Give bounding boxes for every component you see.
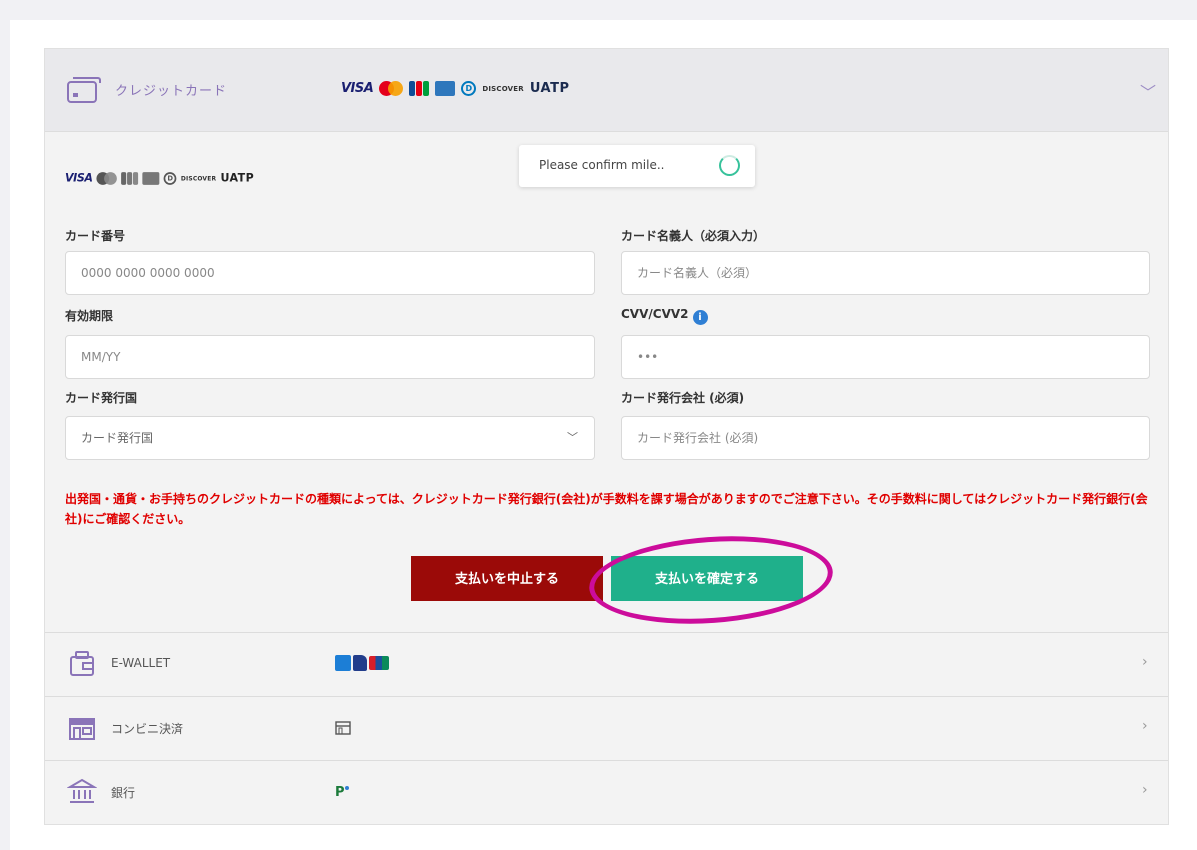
unionpay-logo [369, 656, 389, 670]
top-bar [0, 0, 1197, 20]
card-number-label: カード番号 [65, 229, 126, 243]
method-row-ewallet[interactable]: E-WALLET › [45, 632, 1168, 696]
toast-message: Please confirm mile.. [539, 158, 665, 172]
method-label-ewallet: E-WALLET [111, 656, 171, 670]
discover-logo: DISCOVER [180, 175, 217, 182]
issuing-country-selected: カード発行国 [81, 431, 154, 445]
expiry-label: 有効期限 [65, 309, 114, 323]
cancel-payment-button[interactable]: 支払いを中止する [411, 556, 603, 601]
method-label-convenience-store: コンビニ決済 [111, 722, 184, 736]
confirm-payment-button[interactable]: 支払いを確定する [611, 556, 803, 601]
method-row-bank[interactable]: 銀行 P › [45, 760, 1168, 824]
jcb-logo [121, 172, 139, 185]
visa-logo: VISA [65, 172, 93, 185]
paypal-logo [353, 655, 367, 671]
card-brand-logos: VISA D DISCOVER UATP [341, 81, 569, 96]
info-icon[interactable]: i [692, 310, 708, 325]
card-holder-label: カード名義人（必須入力） [621, 229, 766, 243]
diners-logo: D [163, 172, 177, 185]
pay-easy-icon: P [335, 785, 349, 799]
amex-logo [435, 81, 456, 96]
fee-notice: 出発国・通貨・お手持ちのクレジットカードの種類によっては、クレジットカード発行銀… [65, 492, 1148, 526]
jcb-logo [409, 81, 430, 96]
store-icon [69, 718, 95, 740]
shop-icon [335, 721, 351, 735]
loading-spinner-icon [719, 155, 740, 176]
chevron-right-icon: › [1142, 782, 1148, 798]
issuer-label: カード発行会社 (必須) [621, 391, 745, 405]
svg-text:P: P [335, 785, 345, 799]
diners-logo: D [461, 81, 477, 96]
discover-logo: DISCOVER [482, 84, 524, 93]
bank-icon [67, 778, 97, 803]
chevron-down-icon: ﹀ [567, 431, 578, 444]
expiry-input[interactable] [65, 335, 595, 379]
credit-card-title: クレジットカード [115, 84, 228, 99]
cvv-label-text: CVV/CVV2 [621, 307, 689, 321]
payment-methods-panel: クレジットカード VISA D DISCOVER UATP ﹀ VISA D D… [44, 48, 1169, 825]
issuer-input[interactable] [621, 416, 1150, 460]
loading-toast: Please confirm mile.. [519, 145, 755, 187]
ewallet-logos [335, 655, 389, 671]
card-holder-input[interactable] [621, 251, 1150, 295]
mastercard-logo [96, 172, 118, 185]
card-brand-logos-small: VISA D DISCOVER UATP [65, 172, 254, 185]
wallet-icon [70, 651, 94, 676]
uatp-logo: UATP [529, 81, 570, 96]
credit-card-icon [67, 77, 101, 103]
cvv-input[interactable] [621, 335, 1150, 379]
issuing-country-label: カード発行国 [65, 391, 138, 405]
card-number-input[interactable] [65, 251, 595, 295]
chevron-right-icon: › [1142, 718, 1148, 734]
method-row-convenience-store[interactable]: コンビニ決済 › [45, 696, 1168, 760]
uatp-logo: UATP [220, 172, 255, 185]
mastercard-logo [379, 81, 404, 96]
visa-logo: VISA [341, 81, 374, 96]
credit-card-method-header[interactable]: クレジットカード VISA D DISCOVER UATP ﹀ [45, 49, 1168, 132]
alipay-logo [335, 655, 351, 671]
method-label-bank: 銀行 [111, 786, 136, 800]
chevron-right-icon: › [1142, 654, 1148, 670]
left-gutter [0, 20, 10, 850]
cvv-label: CVV/CVV2 i [621, 307, 708, 325]
chevron-down-icon[interactable]: ﹀ [1140, 79, 1156, 103]
amex-logo [142, 172, 160, 185]
issuing-country-select[interactable]: カード発行国 ﹀ [65, 416, 595, 460]
